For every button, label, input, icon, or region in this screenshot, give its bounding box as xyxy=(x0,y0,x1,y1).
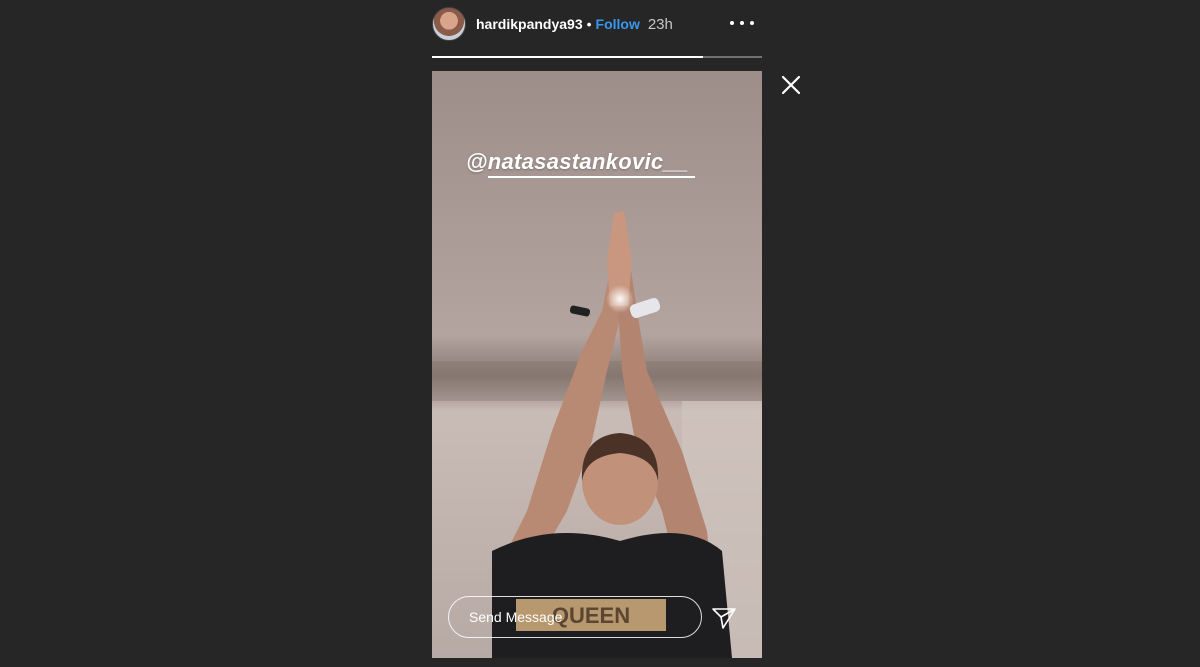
more-options-icon[interactable] xyxy=(730,16,754,30)
more-dot xyxy=(730,21,734,25)
send-message-input[interactable] xyxy=(448,596,702,638)
story-timestamp: 23h xyxy=(647,15,673,33)
mention-sticker[interactable]: @natasastankovic__ xyxy=(466,149,695,178)
separator-dot: • xyxy=(586,16,592,32)
more-dot xyxy=(750,21,754,25)
story-viewer: hardikpandya93 • Follow 23h QUEEN @natas… xyxy=(0,0,1200,667)
story-header: hardikpandya93 • Follow 23h xyxy=(432,6,762,42)
close-icon[interactable] xyxy=(779,73,803,97)
story-progress-bar xyxy=(432,56,762,58)
story-media[interactable]: QUEEN @natasastankovic__ xyxy=(432,71,762,658)
follow-button[interactable]: Follow xyxy=(596,16,640,32)
profile-avatar[interactable] xyxy=(432,7,466,41)
send-icon[interactable] xyxy=(710,604,738,632)
story-progress-fill xyxy=(432,56,703,58)
mention-text: @natasastankovic__ xyxy=(466,149,689,174)
more-dot xyxy=(740,21,744,25)
mention-underline xyxy=(488,176,695,178)
username-link[interactable]: hardikpandya93 xyxy=(476,16,583,32)
